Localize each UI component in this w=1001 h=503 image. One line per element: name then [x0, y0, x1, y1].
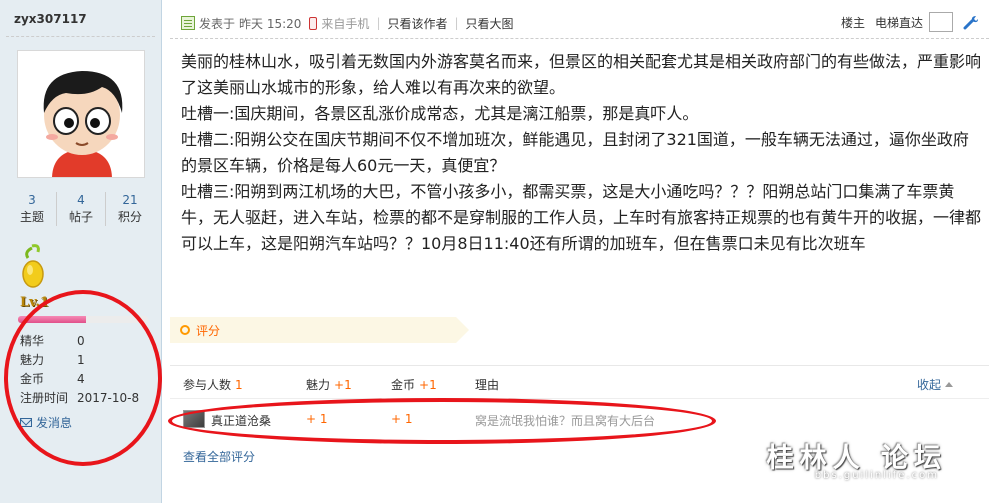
post-source[interactable]: 来自手机 — [321, 15, 369, 32]
send-message-link[interactable]: 发消息 — [20, 414, 72, 431]
avatar[interactable] — [17, 50, 145, 178]
author-sidebar: zyx307117 3 主题 4 帖子 21 积分 Lv.1 精华 0 魅力 1… — [0, 0, 162, 503]
mobile-phone-icon — [309, 16, 318, 30]
author-info: 精华 0 魅力 1 金币 4 注册时间 2017-10-8 — [20, 332, 139, 408]
stat-threads[interactable]: 3 主题 — [8, 192, 57, 226]
gold-total: +1 — [419, 378, 437, 392]
info-row: 金币 4 — [20, 370, 139, 389]
post-paragraph: 吐槽三:阳朔到两江机场的大巴，不管小孩多小，都需买票，这是大小通吃吗？？？阳朔总… — [181, 182, 982, 253]
charm-label: 魅力 — [306, 378, 331, 392]
envelope-icon — [20, 418, 32, 427]
rating-table-header: 参与人数 1 魅力 +1 金币 +1 理由 收起 — [183, 376, 973, 394]
level-label: Lv.1 — [20, 295, 49, 310]
rater-charm: + 1 — [306, 412, 328, 426]
site-watermark-url: bbs.guilinlife.com — [814, 470, 939, 481]
send-message-label[interactable]: 发消息 — [36, 414, 72, 431]
divider — [170, 38, 989, 39]
charm-total: +1 — [334, 378, 352, 392]
info-row: 精华 0 — [20, 332, 139, 351]
divider — [170, 365, 989, 366]
post-meta: 发表于 昨天 15:20 来自手机 | 只看该作者 | 只看大图 — [181, 14, 514, 32]
floor-jump-label: 电梯直达 — [874, 15, 923, 30]
floor-tools: 楼主 电梯直达 — [841, 12, 979, 32]
level-progress-fill — [18, 316, 86, 323]
view-all-ratings-link[interactable]: 查看全部评分 — [183, 448, 255, 465]
floor-jump-input[interactable] — [929, 12, 953, 32]
info-value: 0 — [77, 334, 85, 348]
author-username[interactable]: zyx307117 — [14, 12, 87, 26]
info-value: 1 — [77, 353, 85, 367]
rating-row: 真正道沧桑 + 1 + 1 窝是流氓我怕谁？而且窝有大后台 — [183, 410, 973, 430]
rating-title: 评分 — [196, 324, 221, 338]
info-row: 魅力 1 — [20, 351, 139, 370]
level-sprout-icon — [22, 244, 44, 288]
gold-label: 金币 — [391, 378, 416, 392]
participants-label: 参与人数 — [183, 378, 232, 392]
post-time: 昨天 15:20 — [239, 16, 302, 31]
participants-header: 参与人数 1 — [183, 376, 243, 393]
info-row: 注册时间 2017-10-8 — [20, 389, 139, 408]
stat-value[interactable]: 21 — [106, 192, 154, 208]
stat-value[interactable]: 4 — [57, 192, 105, 208]
info-value: 2017-10-8 — [77, 391, 140, 405]
wrench-icon[interactable] — [963, 14, 979, 30]
post-paragraph: 吐槽一:国庆期间，各景区乱涨价成常态，尤其是漓江船票，那是真吓人。 — [181, 104, 699, 123]
info-key: 精华 — [20, 334, 45, 348]
gold-header: 金币 +1 — [391, 376, 437, 393]
rating-header: 评分 — [170, 317, 469, 343]
info-key: 金币 — [20, 372, 45, 386]
stat-points[interactable]: 21 积分 — [106, 192, 154, 226]
reason-header: 理由 — [475, 378, 500, 392]
stat-value[interactable]: 3 — [8, 192, 56, 208]
floor-title: 楼主 — [840, 15, 865, 30]
stat-posts[interactable]: 4 帖子 — [57, 192, 106, 226]
info-key: 注册时间 — [20, 391, 69, 405]
posted-label: 发表于 — [199, 16, 236, 31]
rater-reason: 窝是流氓我怕谁？而且窝有大后台 — [475, 414, 656, 428]
post-doc-icon — [181, 16, 195, 30]
stat-label: 主题 — [19, 210, 44, 224]
only-images-link[interactable]: 只看大图 — [466, 15, 514, 32]
charm-header: 魅力 +1 — [306, 376, 352, 393]
rater-name[interactable]: 真正道沧桑 — [211, 412, 271, 429]
divider — [6, 36, 155, 37]
rating-circle-icon — [180, 325, 190, 335]
stat-label: 帖子 — [68, 210, 93, 224]
author-stats: 3 主题 4 帖子 21 积分 — [8, 192, 154, 226]
only-author-link[interactable]: 只看该作者 — [387, 15, 447, 32]
info-key: 魅力 — [20, 353, 45, 367]
info-value: 4 — [77, 372, 85, 386]
rater-gold: + 1 — [391, 412, 413, 426]
post-paragraph: 美丽的桂林山水，吸引着无数国内外游客莫名而来，但景区的相关配套尤其是相关政府部门… — [181, 52, 982, 97]
participants-count: 1 — [235, 378, 243, 392]
divider: | — [376, 16, 381, 30]
stat-label: 积分 — [117, 210, 142, 224]
level-progress-bar — [18, 316, 148, 323]
post-paragraph: 吐槽二:阳朔公交在国庆节期间不仅不增加班次，鲜能遇见，且封闭了321国道，一般车… — [181, 130, 969, 175]
divider — [170, 398, 989, 399]
post-content: 美丽的桂林山水，吸引着无数国内外游客莫名而来，但景区的相关配套尤其是相关政府部门… — [181, 49, 981, 257]
rater-avatar[interactable] — [183, 410, 205, 428]
collapse-link[interactable]: 收起 — [917, 376, 953, 393]
avatar-cartoon-icon — [18, 51, 144, 177]
divider: | — [454, 16, 459, 30]
